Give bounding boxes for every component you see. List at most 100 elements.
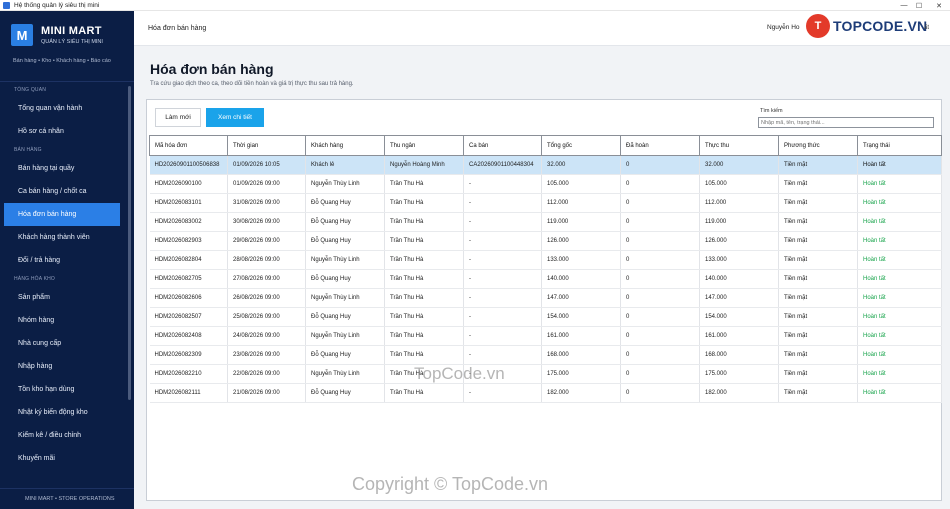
table-cell-method: Tiền mặt xyxy=(778,174,858,194)
sidebar-item-categories[interactable]: Nhóm hàng xyxy=(0,309,128,332)
table-cell-time: 27/08/2026 09:00 xyxy=(227,269,306,289)
column-header-time[interactable]: Thời gian xyxy=(227,135,306,156)
table-cell-refunded: 0 xyxy=(620,326,700,346)
column-header-method[interactable]: Phương thức xyxy=(778,135,858,156)
nav-section-title: HÀNG HÓA KHO xyxy=(14,276,56,282)
table-cell-method: Tiền mặt xyxy=(778,269,858,289)
table-cell-gross: 126.000 xyxy=(541,231,621,251)
table-cell-status: Hoàn tất xyxy=(857,174,942,194)
page-subtitle: Tra cứu giao dịch theo ca, theo dõi tiền… xyxy=(150,81,354,87)
column-header-gross[interactable]: Tổng gốc xyxy=(541,135,621,156)
table-row[interactable]: HDM2026082507 25/08/2026 09:00 Đỗ Quang Hu… xyxy=(149,307,942,327)
table-cell-cashier: Trần Thu Hà xyxy=(384,250,464,270)
table-cell-net: 126.000 xyxy=(699,231,779,251)
table-row[interactable]: HD20260901100506838 01/09/2026 10:05 Khách… xyxy=(149,155,942,175)
sidebar-item-suppliers[interactable]: Nhà cung cấp xyxy=(0,332,128,355)
table-cell-cashier: Trần Thu Hà xyxy=(384,345,464,365)
table-row[interactable]: HDM2026083101 31/08/2026 09:00 Đỗ Quang Hu… xyxy=(149,193,942,213)
column-header-customer[interactable]: Khách hàng xyxy=(305,135,385,156)
table-row[interactable]: HDM2026082111 21/08/2026 09:00 Đỗ Quang Hu… xyxy=(149,383,942,403)
table-cell-customer: Đỗ Quang Huy xyxy=(305,269,385,289)
table-cell-gross: 140.000 xyxy=(541,269,621,289)
sidebar-item-stock[interactable]: Tồn kho hạn dùng xyxy=(0,378,128,401)
table-cell-gross: 161.000 xyxy=(541,326,621,346)
table-cell-net: 154.000 xyxy=(699,307,779,327)
invoice-table: Mã hóa đơn Thời gian Khách hàng Thu ngân Ca … xyxy=(149,135,942,403)
table-cell-time: 24/08/2026 09:00 xyxy=(227,326,306,346)
table-cell-shift: - xyxy=(463,269,542,289)
table-cell-net: 119.000 xyxy=(699,212,779,232)
table-cell-time: 28/08/2026 09:00 xyxy=(227,250,306,270)
search-input[interactable] xyxy=(758,117,934,128)
sidebar-item-invoices[interactable]: Hóa đơn bán hàng xyxy=(4,203,120,226)
table-cell-net: 182.000 xyxy=(699,383,779,403)
nav-section-title: BÁN HÀNG xyxy=(14,147,42,153)
sidebar-item-promotions[interactable]: Khuyến mãi xyxy=(0,447,128,470)
table-cell-cashier: Trần Thu Hà xyxy=(384,383,464,403)
table-cell-status: Hoàn tất xyxy=(857,383,942,403)
table-cell-refunded: 0 xyxy=(620,250,700,270)
table-cell-invoice-id: HDM2026083101 xyxy=(149,193,228,213)
table-cell-refunded: 0 xyxy=(620,193,700,213)
brand-subtitle: QUẢN LÝ SIÊU THỊ MINI xyxy=(41,39,103,45)
table-row[interactable]: HDM2026082903 29/08/2026 09:00 Đỗ Quang Hu… xyxy=(149,231,942,251)
table-cell-cashier: Trần Thu Hà xyxy=(384,231,464,251)
table-cell-method: Tiền mặt xyxy=(778,345,858,365)
table-cell-cashier: Trần Thu Hà xyxy=(384,326,464,346)
column-header-cashier[interactable]: Thu ngân xyxy=(384,135,464,156)
table-row[interactable]: HDM2026082309 23/08/2026 09:00 Đỗ Quang Hu… xyxy=(149,345,942,365)
table-cell-cashier: Trần Thu Hà xyxy=(384,307,464,327)
table-cell-cashier: Trần Thu Hà xyxy=(384,269,464,289)
column-header-status[interactable]: Trạng thái xyxy=(857,135,942,156)
app-icon xyxy=(3,1,10,9)
table-row[interactable]: HDM2026082804 28/08/2026 09:00 Nguyễn Thùy… xyxy=(149,250,942,270)
sidebar-item-stock-log[interactable]: Nhật ký biến động kho xyxy=(0,401,128,424)
table-row[interactable]: HDM2026082606 26/08/2026 09:00 Nguyễn Thùy… xyxy=(149,288,942,308)
table-cell-method: Tiền mặt xyxy=(778,307,858,327)
view-detail-button[interactable]: Xem chi tiết xyxy=(206,108,264,127)
table-cell-net: 140.000 xyxy=(699,269,779,289)
sidebar-item-profile[interactable]: Hồ sơ cá nhân xyxy=(0,120,128,143)
table-cell-refunded: 0 xyxy=(620,364,700,384)
table-row[interactable]: HDM2026082210 22/08/2026 09:00 Nguyễn Thùy… xyxy=(149,364,942,384)
table-cell-status: Hoàn tất xyxy=(857,231,942,251)
table-cell-method: Tiền mặt xyxy=(778,193,858,213)
brand-logo: M xyxy=(11,24,33,46)
table-cell-shift: CA20260901100448304 xyxy=(463,155,542,175)
table-cell-status: Hoàn tất xyxy=(857,193,942,213)
table-row[interactable]: HDM2026090100 01/09/2026 09:00 Nguyễn Thùy… xyxy=(149,174,942,194)
column-header-net[interactable]: Thực thu xyxy=(699,135,779,156)
table-cell-net: 133.000 xyxy=(699,250,779,270)
sidebar-item-products[interactable]: Sản phẩm xyxy=(0,286,128,309)
sidebar-item-operations-overview[interactable]: Tổng quan vận hành xyxy=(0,97,128,120)
sidebar-scrollbar[interactable] xyxy=(128,86,131,400)
table-body: HD20260901100506838 01/09/2026 10:05 Khách… xyxy=(149,155,942,403)
watermark-center: TopCode.vn xyxy=(414,364,505,383)
maximize-button[interactable]: ☐ xyxy=(910,0,928,11)
table-cell-net: 168.000 xyxy=(699,345,779,365)
sidebar-item-inventory-check[interactable]: Kiểm kê / điều chỉnh xyxy=(0,424,128,447)
refresh-button[interactable]: Làm mới xyxy=(155,108,201,127)
sidebar-item-shift[interactable]: Ca bán hàng / chốt ca xyxy=(0,180,128,203)
column-header-shift[interactable]: Ca bán xyxy=(463,135,542,156)
sidebar-item-returns[interactable]: Đổi / trả hàng xyxy=(0,249,128,272)
window-title: Hệ thống quản lý siêu thị mini xyxy=(14,1,100,9)
table-cell-net: 147.000 xyxy=(699,288,779,308)
table-row[interactable]: HDM2026082408 24/08/2026 09:00 Nguyễn Thùy… xyxy=(149,326,942,346)
sidebar-item-import[interactable]: Nhập hàng xyxy=(0,355,128,378)
table-cell-refunded: 0 xyxy=(620,269,700,289)
user-name: Nguyễn Ho xyxy=(767,24,800,31)
table-row[interactable]: HDM2026083002 30/08/2026 09:00 Đỗ Quang Hu… xyxy=(149,212,942,232)
close-button[interactable]: ✕ xyxy=(930,0,948,11)
header-logout-fragment[interactable]: ất xyxy=(924,25,929,31)
table-cell-status: Hoàn tất xyxy=(857,326,942,346)
table-cell-invoice-id: HDM2026082210 xyxy=(149,364,228,384)
column-header-refunded[interactable]: Đã hoàn xyxy=(620,135,700,156)
table-cell-net: 105.000 xyxy=(699,174,779,194)
column-header-invoice-id[interactable]: Mã hóa đơn xyxy=(149,135,228,156)
table-cell-invoice-id: HD20260901100506838 xyxy=(149,155,228,175)
sidebar-item-members[interactable]: Khách hàng thành viên xyxy=(0,226,128,249)
sidebar-item-pos[interactable]: Bán hàng tại quầy xyxy=(0,157,128,180)
table-row[interactable]: HDM2026082705 27/08/2026 09:00 Đỗ Quang Hu… xyxy=(149,269,942,289)
table-cell-customer: Khách lẻ xyxy=(305,155,385,175)
